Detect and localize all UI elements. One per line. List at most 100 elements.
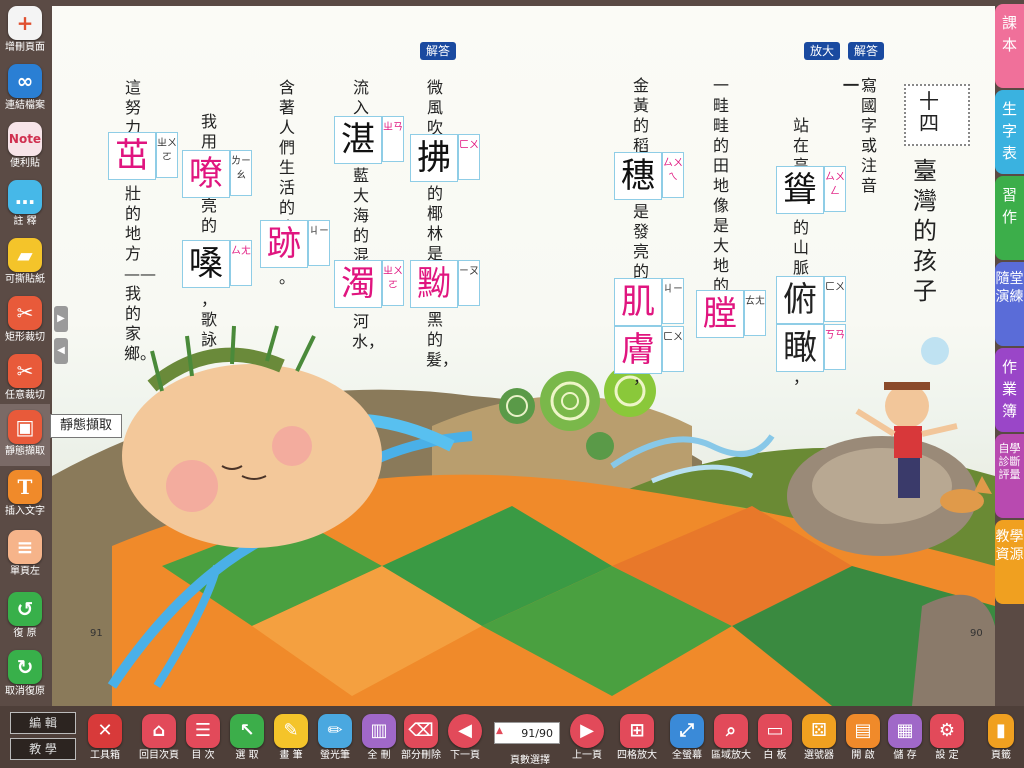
text-insert-icon: T <box>8 470 42 504</box>
fullscreen-button[interactable]: ⤢ 全螢幕 <box>666 706 708 768</box>
undo-icon: ↺ <box>8 592 42 626</box>
teach-mode-button[interactable]: 教 學 <box>10 738 76 760</box>
page-nav-right-arrow-icon[interactable]: ▶ <box>54 306 68 332</box>
vocab-char[interactable]: 黝 <box>410 260 458 308</box>
highlighter-button[interactable]: ✏ 螢光筆 <box>314 706 356 768</box>
fullscreen-icon: ⤢ <box>670 714 704 748</box>
whiteboard-button[interactable]: ▭ 白 板 <box>754 706 796 768</box>
text-column: 我用 <box>200 112 217 151</box>
vocab-char[interactable]: 嘹 <box>182 150 230 198</box>
text-column: ，歌詠 <box>200 290 217 349</box>
comment-button[interactable]: … 註 釋 <box>0 174 50 236</box>
vocab-char[interactable]: 肌 <box>614 278 662 326</box>
vocab-char[interactable]: 膚 <box>614 326 662 374</box>
zhuyin-box: ㄈㄨ <box>458 134 480 180</box>
redo-button[interactable]: ↻ 取消復原 <box>0 644 50 706</box>
zoom-button[interactable]: 放大 <box>804 42 841 60</box>
tab-textbook[interactable]: 課本 <box>995 4 1024 88</box>
undo-button[interactable]: ↺ 復 原 <box>0 586 50 648</box>
four-grid-zoom-button[interactable]: ⊞ 四格放大 <box>616 706 658 768</box>
open-button[interactable]: ▤ 開 啟 <box>842 706 884 768</box>
sticky-note-icon: Note <box>8 122 42 156</box>
rect-crop-icon: ✂ <box>8 296 42 330</box>
text-column: 流入 <box>352 78 369 117</box>
sticker-icon: ▰ <box>8 238 42 272</box>
delete-all-button[interactable]: ▥ 全 刪 <box>358 706 400 768</box>
add-page-icon: + <box>8 6 42 40</box>
tab-workbook[interactable]: 作業簿 <box>995 348 1024 432</box>
single-page-left-button[interactable]: ≡ 單頁左 <box>0 524 50 586</box>
toolbox-icon: ✕ <box>88 714 122 748</box>
screen-capture-icon: ▣ <box>8 410 42 444</box>
toc-button[interactable]: ☰ 目 次 <box>182 706 224 768</box>
text-column: 這努力 <box>124 78 141 137</box>
vocab-char[interactable]: 俯 <box>776 276 824 324</box>
tab-vocab-list[interactable]: 生字表 <box>995 90 1024 174</box>
zhuyin-box: ㄧㄡ <box>458 260 480 306</box>
text-column: 的山脈 <box>792 218 809 277</box>
sticker-button[interactable]: ▰ 可撕貼紙 <box>0 232 50 294</box>
lesson-number-badge: 十四 <box>904 84 970 146</box>
pen-button[interactable]: ✎ 畫 筆 <box>270 706 312 768</box>
vocab-char[interactable]: 瞰 <box>776 324 824 372</box>
toolbox-button[interactable]: ✕ 工具箱 <box>84 706 126 768</box>
link-file-button[interactable]: ∞ 連結檔案 <box>0 58 50 120</box>
vocab-char[interactable]: 膛 <box>696 290 744 338</box>
text-column: 壯的地方——我的家鄉。 <box>124 184 157 363</box>
next-page-button[interactable]: ◀ 下一頁 <box>444 706 486 768</box>
vocab-char[interactable]: 濁 <box>334 260 382 308</box>
area-zoom-button[interactable]: ⌕ 區域放大 <box>710 706 752 768</box>
page-select-up-icon[interactable]: ▲ <box>496 726 503 736</box>
text-column: 亮的 <box>200 196 217 235</box>
zhuyin-box: ㄊㄤ <box>744 290 766 336</box>
partial-delete-button[interactable]: ⌫ 部分刪除 <box>400 706 442 768</box>
save-button[interactable]: ▦ 儲 存 <box>884 706 926 768</box>
select-button[interactable]: ↖ 選 取 <box>226 706 268 768</box>
open-folder-icon: ▤ <box>846 714 880 748</box>
zhuyin-box: ㄙㄨㄟ <box>662 152 684 198</box>
area-zoom-icon: ⌕ <box>714 714 748 748</box>
text-column: 。 <box>278 268 295 287</box>
home-button[interactable]: ⌂ 回目次頁 <box>138 706 180 768</box>
page-select-input[interactable]: 91/90 <box>494 722 560 744</box>
page-nav-left-arrow-icon[interactable]: ◀ <box>54 338 68 364</box>
text-column: 一畦畦的田地像是大地的胸 <box>712 76 729 315</box>
vocab-char[interactable]: 穗 <box>614 152 662 200</box>
answer-button-right[interactable]: 解答 <box>848 42 885 60</box>
rect-crop-button[interactable]: ✂ 矩形裁切 <box>0 290 50 352</box>
text-column: 河水， <box>352 312 385 351</box>
vocab-char[interactable]: 湛 <box>334 116 382 164</box>
tab-self-assessment[interactable]: 自學診斷評量 <box>995 434 1024 518</box>
vocab-char[interactable]: 跡 <box>260 220 308 268</box>
screen-capture-button[interactable]: ▣ 靜態擷取 <box>0 404 50 466</box>
partial-delete-icon: ⌫ <box>404 714 438 748</box>
settings-button[interactable]: ⚙ 設 定 <box>926 706 968 768</box>
free-crop-button[interactable]: ✂ 任意裁切 <box>0 348 50 410</box>
page-select-label: 頁數選擇 <box>510 755 550 766</box>
number-picker-icon: ⚄ <box>802 714 836 748</box>
number-picker-button[interactable]: ⚄ 選號器 <box>798 706 840 768</box>
page-number-right: 90 <box>970 628 983 639</box>
tab-exercises[interactable]: 習作 <box>995 176 1024 260</box>
text-column: 的椰林是 <box>426 184 443 263</box>
lesson-title: 臺灣的孩子 <box>913 157 937 305</box>
instruction-number: 一 <box>842 76 859 95</box>
edit-mode-button[interactable]: 編 輯 <box>10 712 76 734</box>
add-page-button[interactable]: + 增刪頁面 <box>0 0 50 62</box>
insert-text-button[interactable]: T 插入文字 <box>0 464 50 526</box>
sticky-note-button[interactable]: Note 便利貼 <box>0 116 50 178</box>
tooltip: 靜態擷取 <box>50 414 122 438</box>
vocab-char[interactable]: 嗓 <box>182 240 230 288</box>
text-column: 黑的髮， <box>426 310 459 369</box>
tab-teaching-resources[interactable]: 教學資源 <box>995 520 1024 604</box>
answer-button-left[interactable]: 解答 <box>420 42 457 60</box>
prev-page-button[interactable]: ▶ 上一頁 <box>566 706 608 768</box>
tab-practice[interactable]: 隨堂演練 <box>995 262 1024 346</box>
bookmark-button[interactable]: ▮ 頁籤 <box>980 706 1022 768</box>
vocab-char[interactable]: 茁 <box>108 132 156 180</box>
vocab-char[interactable]: 聳 <box>776 166 824 214</box>
highlighter-icon: ✏ <box>318 714 352 748</box>
vocab-char[interactable]: 拂 <box>410 134 458 182</box>
bookmark-icon: ▮ <box>988 714 1014 748</box>
text-column: 是發亮的 <box>632 202 649 281</box>
